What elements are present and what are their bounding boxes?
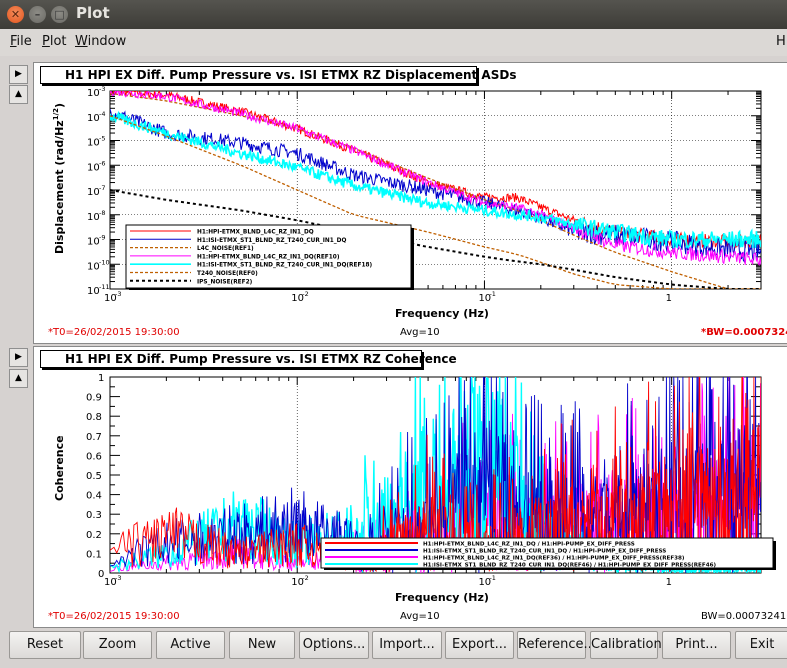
asd-avg-label: Avg=10	[400, 327, 440, 338]
asd-xlabel: Frequency (Hz)	[395, 307, 489, 320]
menu-file[interactable]: File	[10, 34, 32, 49]
asd-ytick-label: 10	[87, 88, 100, 99]
asd-ytick-label: 10	[87, 261, 100, 272]
export-button[interactable]: Export...	[445, 631, 514, 659]
asd-ytick-label: 10	[87, 187, 100, 198]
asd-xtick-exp: -2	[302, 290, 308, 298]
asd-legend-item: T240_NOISE(REF0)	[197, 271, 258, 277]
coh-ytick-label: 0.3	[86, 510, 102, 521]
asd-legend-item: H1:HPI-ETMX_BLND_L4C_RZ_IN1_DQ(REF10)	[197, 254, 340, 260]
coh-ytick-label: 0.8	[86, 412, 102, 423]
pad2-collapse-button[interactable]: ▲	[9, 369, 28, 388]
asd-legend-item: IPS_NOISE(REF2)	[197, 279, 253, 285]
coh-ytick-label: 0.5	[86, 471, 102, 482]
pad2-expand-button[interactable]: ▶	[9, 348, 28, 367]
coherence-avg-label: Avg=10	[400, 611, 440, 622]
coh-legend-shadow	[773, 541, 776, 570]
maximize-icon[interactable]: □	[51, 6, 68, 23]
asd-legend-shadow	[129, 288, 414, 290]
menu-plot[interactable]: Plot	[42, 34, 67, 49]
asd-ytick-exp: -4	[99, 110, 105, 118]
asd-ytick-exp: -5	[99, 135, 105, 143]
window-title: Plot	[76, 4, 110, 22]
asd-ytick-exp: -11	[99, 283, 110, 291]
asd-xtick-exp: -3	[115, 290, 121, 298]
exit-button[interactable]: Exit	[735, 631, 787, 659]
coh-ytick-label: 1	[98, 373, 104, 384]
coh-ytick-label: 0.6	[86, 451, 102, 462]
pad1-collapse-button[interactable]: ▲	[9, 85, 28, 104]
menu-help[interactable]: H	[776, 34, 786, 49]
asd-ytick-label: 10	[87, 212, 100, 223]
asd-legend-item: H1:HPI-ETMX_BLND_L4C_RZ_IN1_DQ	[197, 230, 314, 236]
coh-ytick-label: 0.9	[86, 393, 102, 404]
new-button[interactable]: New	[229, 631, 295, 659]
asd-bw-label: *BW=0.000732416	[701, 327, 787, 338]
coh-ylabel: Coherence	[53, 435, 66, 501]
asd-legend-shadow	[411, 228, 414, 290]
coh-xtick-exp: -3	[115, 574, 121, 582]
coh-ytick-label: 0.1	[86, 549, 102, 560]
zoom-button[interactable]: Zoom	[83, 631, 152, 659]
asd-chart[interactable]: 10-3 10-2 10-1 1Frequency (Hz)10 -310 -410 -51…	[33, 62, 787, 343]
asd-ytick-exp: -8	[99, 209, 105, 217]
asd-xtick-label: 1	[666, 293, 672, 304]
import-button[interactable]: Import...	[372, 631, 442, 659]
reset-button[interactable]: Reset	[9, 631, 81, 659]
coh-legend-item: H1:HPI-ETMX_BLND_L4C_RZ_IN1_DQ / H1:HPI-…	[423, 541, 635, 547]
coh-legend-item: H1:HPI-ETMX_BLND_L4C_RZ_IN1_DQ(REF36) / …	[423, 555, 685, 561]
coherence-bw-label: BW=0.000732416	[701, 611, 787, 622]
asd-legend-item: H1:ISI-ETMX_ST1_BLND_RZ_T240_CUR_IN1_DQ	[197, 238, 346, 244]
close-icon[interactable]: ✕	[7, 6, 24, 23]
asd-ytick-label: 10	[87, 237, 100, 248]
coh-ytick-label: 0.4	[86, 491, 102, 502]
coh-xtick-exp: -2	[302, 574, 308, 582]
coh-xtick-label: 1	[666, 577, 672, 588]
asd-ytick-label: 10	[87, 162, 100, 173]
calibration-button[interactable]: Calibration...	[590, 631, 674, 659]
coh-xlabel: Frequency (Hz)	[395, 591, 489, 604]
coh-ytick-label: 0.2	[86, 530, 102, 541]
asd-ytick-label: 10	[87, 113, 100, 124]
reference-button[interactable]: Reference...	[517, 631, 596, 659]
window-titlebar[interactable]: ✕ – □ Plot	[0, 0, 787, 29]
coherence-plot-title: H1 HPI EX Diff. Pump Pressure vs. ISI ET…	[40, 350, 457, 368]
coh-ytick-label: 0	[98, 569, 104, 580]
menubar: File Plot Window H	[0, 29, 787, 56]
asd-xtick-exp: -1	[489, 290, 495, 298]
asd-ytick-exp: -6	[99, 159, 105, 167]
active-button[interactable]: Active	[156, 631, 225, 659]
coh-legend-item: H1:ISI-ETMX_ST1_BLND_RZ_T240_CUR_IN1_DQ(…	[423, 562, 716, 568]
asd-ytick-label: 10	[87, 286, 100, 297]
asd-ytick-label: 10	[87, 138, 100, 149]
menu-window[interactable]: Window	[75, 34, 126, 49]
asd-ylabel: Displacement (rad/Hz1/2)	[52, 103, 66, 254]
asd-legend-item: L4C_NOISE(REF1)	[197, 246, 254, 252]
pad1-expand-button[interactable]: ▶	[9, 65, 28, 84]
coh-ytick-label: 0.7	[86, 432, 102, 443]
options-button[interactable]: Options...	[299, 631, 369, 659]
asd-plot-title: H1 HPI EX Diff. Pump Pressure vs. ISI ET…	[40, 66, 516, 84]
asd-ytick-exp: -9	[99, 234, 105, 242]
coh-legend-item: H1:ISI-ETMX_ST1_BLND_RZ_T240_CUR_IN1_DQ …	[423, 548, 666, 554]
asd-ytick-exp: -7	[99, 184, 105, 192]
asd-legend-item: H1:ISI-ETMX_ST1_BLND_RZ_T240_CUR_IN1_DQ(…	[197, 263, 373, 269]
coh-xtick-exp: -1	[489, 574, 495, 582]
coherence-chart[interactable]: 10-3 10-2 10-1 1Frequency (Hz)00.10.20.30.4…	[33, 346, 787, 627]
print-button[interactable]: Print...	[662, 631, 731, 659]
asd-ytick-exp: -3	[99, 85, 105, 93]
coherence-t0-label: *T0=26/02/2015 19:30:00	[48, 611, 180, 622]
asd-t0-label: *T0=26/02/2015 19:30:00	[48, 327, 180, 338]
asd-ytick-exp: -10	[99, 258, 110, 266]
minimize-icon[interactable]: –	[29, 6, 46, 23]
